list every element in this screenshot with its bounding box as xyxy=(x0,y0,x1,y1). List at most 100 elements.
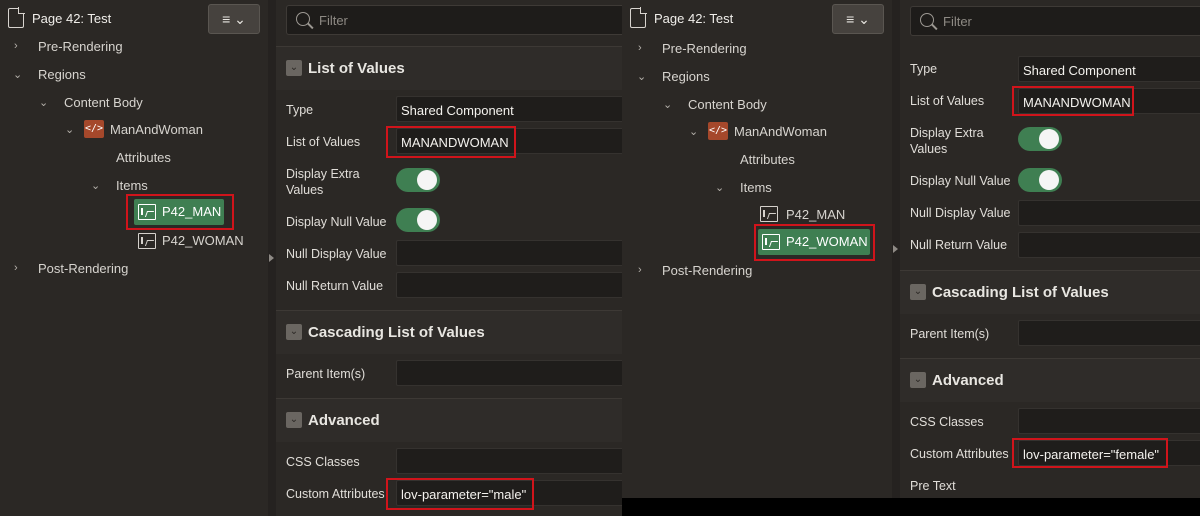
filter-input[interactable]: Filter xyxy=(286,5,622,35)
group-advanced[interactable]: ⌄ Advanced xyxy=(900,358,1200,402)
chevron-down-icon[interactable]: ⌄ xyxy=(13,68,22,81)
group-list-of-values[interactable]: ⌄ List of Values xyxy=(276,46,622,90)
tree-node-pre-rendering[interactable]: Pre-Rendering xyxy=(662,41,747,56)
tree-node-items[interactable]: Items xyxy=(740,180,772,195)
chevron-right-icon[interactable]: › xyxy=(14,40,18,52)
tree-item[interactable]: P42_WOMAN xyxy=(162,233,244,248)
css-classes-field[interactable] xyxy=(396,448,622,474)
collapse-icon: ⌄ xyxy=(910,372,926,388)
tree-menu-button[interactable]: ≡ ⌄ xyxy=(208,4,260,34)
type-field[interactable]: Shared Component xyxy=(1018,56,1200,82)
text-field-icon xyxy=(760,206,778,222)
null-display-field[interactable] xyxy=(396,240,622,266)
group-cascading-lov[interactable]: ⌄ Cascading List of Values xyxy=(276,310,622,354)
page-icon xyxy=(8,8,24,28)
prop-label-display-null: Display Null Value xyxy=(910,173,1011,189)
tree-item-selected[interactable]: P42_WOMAN xyxy=(758,229,870,255)
tree-item-label: P42_WOMAN xyxy=(786,234,868,249)
property-editor-pane: Filter Type Shared Component List of Val… xyxy=(900,0,1200,498)
tree-node-region[interactable]: ManAndWoman xyxy=(734,124,827,139)
hamburger-icon: ≡ ⌄ xyxy=(222,11,246,27)
chevron-right-icon[interactable]: › xyxy=(638,42,642,54)
css-classes-field[interactable] xyxy=(1018,408,1200,434)
prop-label-css-classes: CSS Classes xyxy=(286,454,360,470)
display-extra-toggle[interactable] xyxy=(1018,127,1062,151)
group-cascading-lov[interactable]: ⌄ Cascading List of Values xyxy=(900,270,1200,314)
prop-label-type: Type xyxy=(286,102,313,118)
hamburger-icon: ≡ ⌄ xyxy=(846,11,870,27)
tree-node-content-body[interactable]: Content Body xyxy=(688,97,767,112)
tree-node-region[interactable]: ManAndWoman xyxy=(110,122,203,137)
prop-label-display-extra: Display Extra Values xyxy=(910,125,1010,157)
chevron-down-icon[interactable]: ⌄ xyxy=(39,96,48,109)
group-title: Advanced xyxy=(308,412,380,429)
lov-value: MANANDWOMAN xyxy=(1023,95,1131,110)
prop-label-null-display: Null Display Value xyxy=(286,246,387,262)
display-null-toggle[interactable] xyxy=(396,208,440,232)
chevron-right-icon[interactable]: › xyxy=(638,264,642,276)
display-null-toggle[interactable] xyxy=(1018,168,1062,192)
chevron-down-icon[interactable]: ⌄ xyxy=(637,70,646,83)
group-advanced[interactable]: ⌄ Advanced xyxy=(276,398,622,442)
prop-label-null-return: Null Return Value xyxy=(286,278,383,294)
splitter-grip-icon xyxy=(893,245,898,253)
chevron-down-icon[interactable]: ⌄ xyxy=(663,98,672,111)
type-value: Shared Component xyxy=(1023,63,1136,78)
pane-splitter[interactable] xyxy=(892,0,900,498)
group-title: Advanced xyxy=(932,372,1004,389)
null-return-field[interactable] xyxy=(1018,232,1200,258)
page-header: Page 42: Test ≡ ⌄ xyxy=(0,0,268,38)
prop-label-parent-items: Parent Item(s) xyxy=(286,366,365,382)
page-header: Page 42: Test ≡ ⌄ xyxy=(622,0,892,38)
tree-node-attributes[interactable]: Attributes xyxy=(116,150,171,165)
tree-node-regions[interactable]: Regions xyxy=(38,67,86,82)
prop-label-type: Type xyxy=(910,61,937,77)
pane-splitter[interactable] xyxy=(268,0,276,516)
tree-item-selected[interactable]: P42_MAN xyxy=(134,199,224,225)
chevron-down-icon[interactable]: ⌄ xyxy=(91,179,100,192)
tree-node-post-rendering[interactable]: Post-Rendering xyxy=(38,261,128,276)
tree-item-label: P42_MAN xyxy=(162,204,221,219)
tree-node-items[interactable]: Items xyxy=(116,178,148,193)
custom-attr-field[interactable]: lov-parameter="female" xyxy=(1018,440,1200,466)
chevron-down-icon[interactable]: ⌄ xyxy=(715,181,724,194)
tree-menu-button[interactable]: ≡ ⌄ xyxy=(832,4,884,34)
tree-node-post-rendering[interactable]: Post-Rendering xyxy=(662,263,752,278)
collapse-icon: ⌄ xyxy=(286,412,302,428)
splitter-grip-icon xyxy=(269,254,274,262)
chevron-down-icon[interactable]: ⌄ xyxy=(65,123,74,136)
lov-field[interactable]: MANANDWOMAN xyxy=(1018,88,1200,114)
tree-item[interactable]: P42_MAN xyxy=(786,207,845,222)
display-extra-toggle[interactable] xyxy=(396,168,440,192)
null-display-field[interactable] xyxy=(1018,200,1200,226)
text-field-icon xyxy=(762,234,780,250)
text-field-icon xyxy=(138,233,156,249)
search-icon xyxy=(296,12,310,26)
group-title: Cascading List of Values xyxy=(932,284,1109,301)
prop-label-custom-attr: Custom Attributes xyxy=(286,486,385,502)
code-region-icon: </> xyxy=(84,120,104,138)
parent-items-field[interactable] xyxy=(396,360,622,386)
type-field[interactable]: Shared Component xyxy=(396,96,622,122)
custom-attr-field[interactable]: lov-parameter="male" xyxy=(396,480,622,506)
tree-node-pre-rendering[interactable]: Pre-Rendering xyxy=(38,39,123,54)
tree-node-attributes[interactable]: Attributes xyxy=(740,152,795,167)
prop-label-null-display: Null Display Value xyxy=(910,205,1011,221)
tree-node-regions[interactable]: Regions xyxy=(662,69,710,84)
rendering-tree-pane: Page 42: Test ≡ ⌄ › Pre-Rendering ⌄ Regi… xyxy=(0,0,268,516)
search-icon xyxy=(920,13,934,27)
null-return-field[interactable] xyxy=(396,272,622,298)
filter-input[interactable]: Filter xyxy=(910,6,1200,36)
chevron-right-icon[interactable]: › xyxy=(14,262,18,274)
filter-placeholder: Filter xyxy=(943,14,972,29)
group-title: List of Values xyxy=(308,60,405,77)
property-editor-pane: Filter ⌄ List of Values Type Shared Comp… xyxy=(276,0,622,516)
prop-label-pre-text: Pre Text xyxy=(910,478,956,494)
lov-field[interactable]: MANANDWOMAN xyxy=(396,128,622,154)
collapse-icon: ⌄ xyxy=(286,60,302,76)
chevron-down-icon[interactable]: ⌄ xyxy=(689,125,698,138)
prop-label-lov: List of Values xyxy=(286,134,360,150)
tree-node-content-body[interactable]: Content Body xyxy=(64,95,143,110)
parent-items-field[interactable] xyxy=(1018,320,1200,346)
prop-label-null-return: Null Return Value xyxy=(910,237,1007,253)
